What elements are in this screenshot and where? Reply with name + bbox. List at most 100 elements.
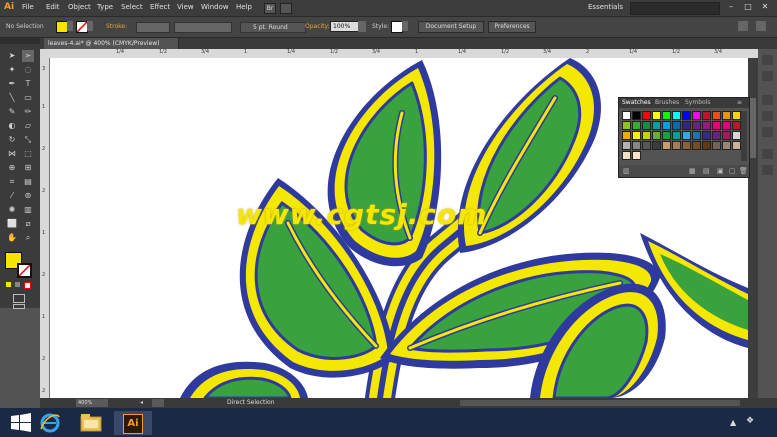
opacity-field[interactable]: 100%	[330, 21, 360, 32]
swatch[interactable]	[702, 111, 711, 120]
swatch[interactable]	[642, 111, 651, 120]
swatch[interactable]	[722, 111, 731, 120]
menu-view[interactable]: View	[177, 3, 194, 11]
swatch[interactable]	[632, 141, 641, 150]
swatches-scrollbar[interactable]	[741, 111, 747, 161]
dock-symbols-icon[interactable]	[762, 127, 773, 137]
stroke-color-box[interactable]	[17, 263, 32, 278]
color-mode-icon[interactable]	[6, 282, 11, 287]
menu-effect[interactable]: Effect	[150, 3, 170, 11]
rectangle-tool-icon[interactable]: ▭	[22, 92, 34, 104]
swatch[interactable]	[632, 151, 641, 160]
swatch[interactable]	[672, 141, 681, 150]
none-mode-icon[interactable]	[24, 282, 31, 289]
dock-brushes-icon[interactable]	[762, 111, 773, 121]
dock-gradient-icon[interactable]	[762, 165, 773, 175]
horizontal-scrollbar[interactable]	[460, 400, 740, 406]
opacity-arrow-icon[interactable]	[358, 21, 366, 32]
graph-tool-icon[interactable]: ▥	[22, 204, 34, 216]
gradient-tool-icon[interactable]: ▤	[22, 176, 34, 188]
swatch[interactable]	[702, 121, 711, 130]
bridge-icon[interactable]: Br	[264, 3, 276, 14]
vertical-ruler[interactable]: 3 1 2 2 1 2 1 2 2	[40, 58, 50, 398]
panel-menu-icon[interactable]	[756, 21, 766, 31]
trash-icon[interactable]: 🗑	[739, 167, 748, 175]
internet-explorer-icon[interactable]	[38, 411, 70, 435]
menu-select[interactable]: Select	[121, 3, 143, 11]
swatch[interactable]	[682, 131, 691, 140]
swatch[interactable]	[662, 121, 671, 130]
swatch-grid[interactable]	[622, 111, 741, 161]
blend-tool-icon[interactable]: ⊚	[22, 190, 34, 202]
artboard-number-field[interactable]	[152, 399, 164, 407]
pen-tool-icon[interactable]: ✒	[6, 78, 18, 90]
paintbrush-icon[interactable]: ✎	[6, 106, 18, 118]
eraser-icon[interactable]: ▱	[22, 120, 34, 132]
dock-color-guide-icon[interactable]	[762, 71, 773, 81]
gradient-mode-icon[interactable]	[15, 282, 20, 287]
swatch[interactable]	[662, 131, 671, 140]
magic-wand-icon[interactable]: ✦	[6, 64, 18, 76]
swatch[interactable]	[652, 121, 661, 130]
menu-edit[interactable]: Edit	[46, 3, 60, 11]
swatch[interactable]	[652, 141, 661, 150]
leaf-top-center[interactable]	[327, 60, 442, 267]
swatch[interactable]	[652, 111, 661, 120]
swatch[interactable]	[732, 121, 741, 130]
close-icon[interactable]: ✕	[758, 2, 772, 13]
maximize-icon[interactable]: □	[741, 2, 755, 13]
swatch[interactable]	[622, 131, 631, 140]
show-kinds-icon[interactable]: ▦	[689, 167, 696, 175]
dock-swatches-icon[interactable]	[762, 95, 773, 105]
preferences-button[interactable]: Preferences	[488, 21, 536, 33]
menu-window[interactable]: Window	[201, 3, 229, 11]
swatch[interactable]	[672, 121, 681, 130]
swatch[interactable]	[632, 121, 641, 130]
type-tool-icon[interactable]: T	[22, 78, 34, 90]
swatch-options-icon[interactable]: ▤	[703, 167, 710, 175]
minimize-icon[interactable]: –	[724, 2, 738, 13]
slice-tool-icon[interactable]: ⧄	[22, 218, 34, 230]
symbol-sprayer-icon[interactable]: ✺	[6, 204, 18, 216]
hand-tool-icon[interactable]: ✋	[6, 232, 18, 244]
swatch[interactable]	[662, 141, 671, 150]
opacity-label[interactable]: Opacity:	[305, 23, 330, 30]
swatch[interactable]	[702, 141, 711, 150]
stroke-label[interactable]: Stroke:	[106, 23, 127, 30]
rotate-tool-icon[interactable]: ↻	[6, 134, 18, 146]
blob-brush-icon[interactable]: ◐	[6, 120, 18, 132]
pencil-icon[interactable]: ✏	[22, 106, 34, 118]
free-transform-icon[interactable]: ⬚	[22, 148, 34, 160]
width-tool-icon[interactable]: ⋈	[6, 148, 18, 160]
swatch[interactable]	[732, 131, 741, 140]
screen-mode-icon[interactable]	[13, 304, 25, 309]
line-tool-icon[interactable]: ╲	[6, 92, 18, 104]
tab-brushes[interactable]: Brushes	[655, 99, 679, 106]
swatch[interactable]	[692, 121, 701, 130]
swatch[interactable]	[712, 121, 721, 130]
align-icon[interactable]	[738, 21, 748, 31]
document-tab[interactable]: leaves-4.ai* @ 400% (CMYK/Preview)	[44, 38, 179, 49]
direct-selection-tool-icon[interactable]: ➢	[22, 50, 34, 62]
swatch[interactable]	[642, 141, 651, 150]
style-dropdown-icon[interactable]	[402, 21, 408, 31]
swatch[interactable]	[712, 131, 721, 140]
swatch[interactable]	[632, 111, 641, 120]
document-setup-button[interactable]: Document Setup	[418, 21, 484, 33]
eyedropper-icon[interactable]: ⁄	[6, 190, 18, 202]
perspective-grid-icon[interactable]: ⊞	[22, 162, 34, 174]
artboard-tool-icon[interactable]: ⬜	[6, 218, 18, 230]
scale-tool-icon[interactable]: ⤡	[22, 134, 34, 146]
swatch[interactable]	[632, 131, 641, 140]
swatch[interactable]	[682, 111, 691, 120]
tray-arrow-icon[interactable]: ▲	[730, 418, 736, 427]
brush-definition-dropdown[interactable]: 5 pt. Round	[240, 22, 306, 33]
menu-help[interactable]: Help	[236, 3, 252, 11]
swatch[interactable]	[692, 141, 701, 150]
scroll-thumb[interactable]	[750, 98, 756, 158]
dock-stroke-icon[interactable]	[762, 149, 773, 159]
swatch[interactable]	[672, 111, 681, 120]
shape-builder-icon[interactable]: ⊕	[6, 162, 18, 174]
swatch[interactable]	[692, 131, 701, 140]
lasso-icon[interactable]: ◌	[22, 64, 34, 76]
